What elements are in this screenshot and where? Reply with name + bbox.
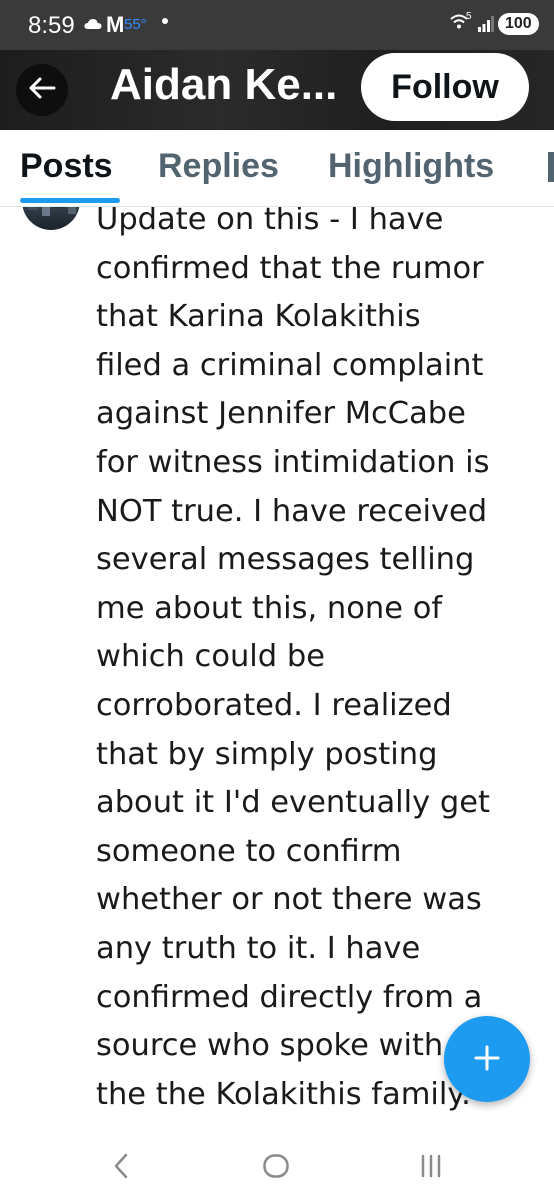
tab-more-partial[interactable] — [548, 152, 554, 182]
profile-tabs: Posts Replies Highlights — [0, 130, 554, 207]
nav-back-icon — [111, 1152, 131, 1185]
nav-back-button[interactable] — [97, 1146, 145, 1190]
profile-header: Aidan Ke... Follow — [0, 50, 554, 130]
tab-replies[interactable]: Replies — [158, 147, 279, 186]
status-time: 8:59 — [28, 12, 75, 39]
plus-icon — [472, 1043, 502, 1076]
profile-name: Aidan Ke... — [110, 60, 338, 109]
back-arrow-icon — [28, 76, 56, 105]
tab-highlights[interactable]: Highlights — [328, 147, 494, 186]
nav-recents-button[interactable] — [407, 1146, 455, 1190]
post-text: Update on this - I have confirmed that t… — [96, 202, 490, 1112]
notification-dot-icon — [162, 18, 168, 24]
battery-icon: 100 — [498, 13, 539, 35]
compose-button[interactable] — [444, 1016, 530, 1102]
nav-recents-icon — [418, 1153, 444, 1184]
gmail-icon: M — [106, 12, 125, 37]
temperature: 55° — [124, 16, 147, 33]
signal-icon — [478, 16, 494, 37]
status-bar: 8:59 M 55° 5 100 — [0, 0, 554, 50]
nav-home-button[interactable] — [252, 1146, 300, 1190]
cloud-icon — [84, 17, 102, 35]
tab-posts[interactable]: Posts — [20, 147, 113, 186]
follow-button[interactable]: Follow — [361, 53, 529, 121]
back-button[interactable] — [16, 64, 68, 116]
network-label: 5 — [466, 11, 472, 22]
active-tab-indicator — [20, 198, 120, 203]
screen: 8:59 M 55° 5 100 Aidan Ke... Follow Post… — [0, 0, 554, 1200]
system-nav-bar — [0, 1138, 554, 1200]
nav-home-icon — [262, 1152, 290, 1185]
